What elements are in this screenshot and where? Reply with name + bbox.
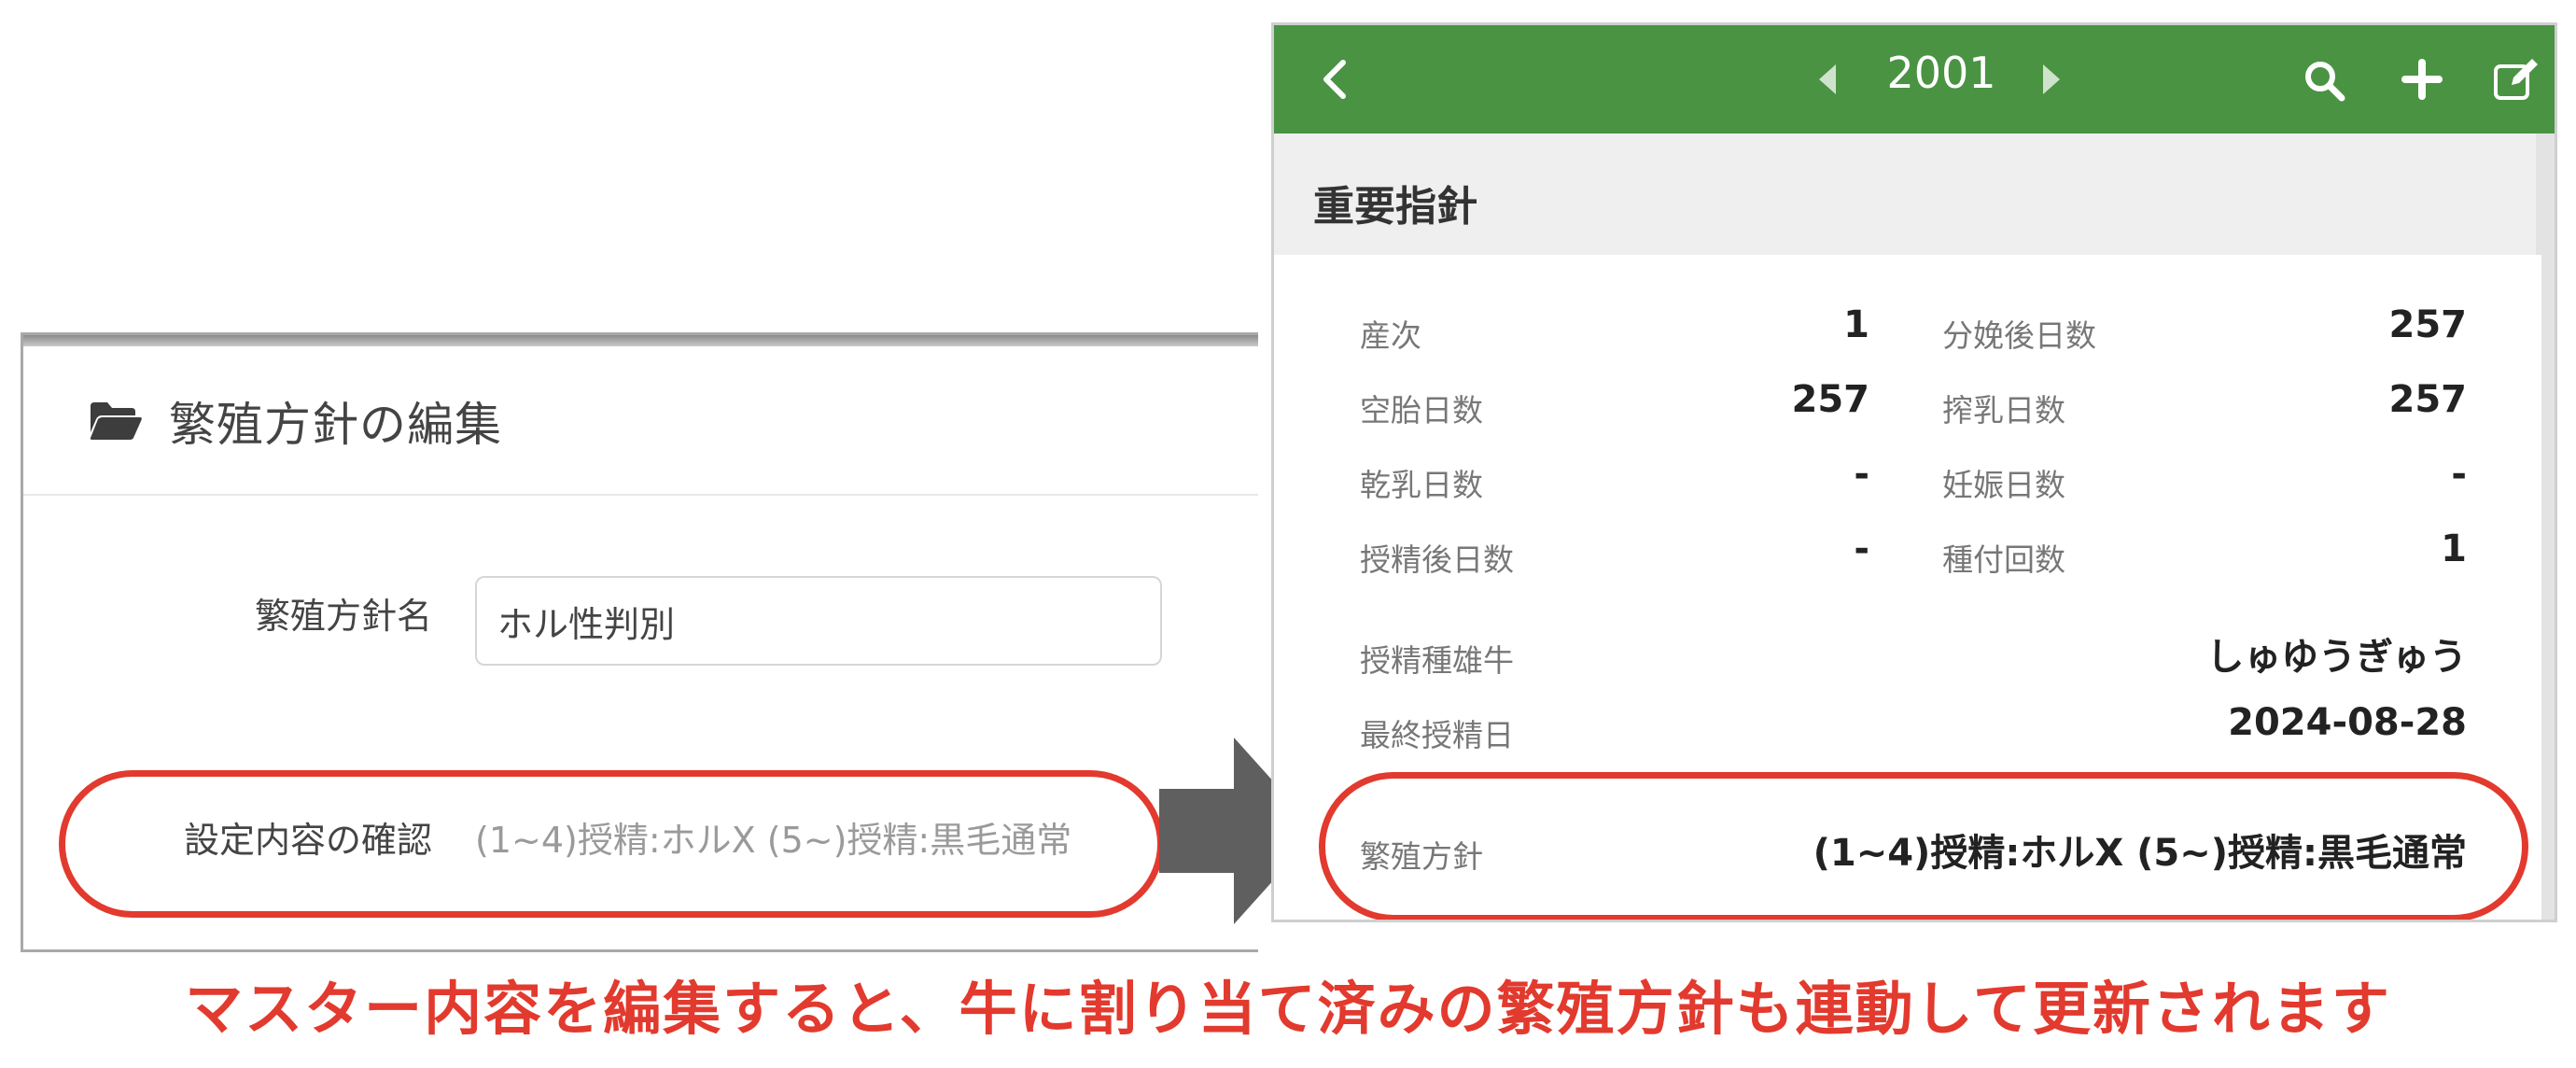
stat-value: 257 [2388, 303, 2468, 346]
stat-value: 257 [1791, 378, 1870, 421]
stats-row: 乾乳日数 - 妊娠日数 - [1274, 449, 2541, 505]
stats-row: 空胎日数 257 搾乳日数 257 [1274, 374, 2541, 430]
search-icon[interactable] [2303, 59, 2345, 102]
mobile-screen: 2001 重要指針 産次 1 分娩後日数 257 空胎日数 257 搾乳日数 2… [1271, 22, 2557, 922]
last-insemination-label: 最終授精日 [1360, 717, 1514, 753]
stat-value: 1 [1843, 303, 1869, 346]
folder-open-icon [90, 402, 142, 440]
top-navbar: 2001 [1274, 25, 2555, 134]
stat-label: 空胎日数 [1360, 392, 1483, 429]
stats-row: 産次 1 分娩後日数 257 [1274, 300, 2541, 356]
last-insemination-value: 2024-08-28 [2228, 701, 2467, 744]
stat-value: 1 [2441, 527, 2467, 570]
bull-label: 授精種雄牛 [1360, 642, 1514, 679]
stat-label: 種付回数 [1942, 541, 2065, 578]
cow-number-title: 2001 [1886, 48, 1996, 98]
stat-label: 搾乳日数 [1942, 392, 2065, 429]
last-insemination-row: 最終授精日 2024-08-28 [1274, 697, 2541, 753]
stats-row: 授精後日数 - 種付回数 1 [1274, 524, 2541, 580]
back-icon[interactable] [1313, 57, 1358, 102]
stat-label: 乾乳日数 [1360, 467, 1483, 503]
section-title: 重要指針 [1313, 183, 1477, 231]
stat-value: - [1854, 527, 1869, 570]
bull-row: 授精種雄牛 しゅゆうぎゅう [1274, 623, 2541, 679]
next-icon[interactable] [2041, 63, 2064, 96]
policy-name-input[interactable] [475, 576, 1162, 666]
stat-label: 授精後日数 [1360, 541, 1514, 578]
stat-value: - [1854, 453, 1869, 496]
bull-value: しゅゆうぎゅう [2206, 636, 2467, 679]
stat-label: 分娩後日数 [1942, 317, 2096, 354]
stat-label: 産次 [1360, 317, 1421, 354]
highlight-ring-left [59, 770, 1164, 918]
stat-value: - [2451, 453, 2467, 496]
stat-label: 妊娠日数 [1942, 467, 2065, 503]
edit-modal: 繁殖方針の編集 繁殖方針名 設定内容の確認 (1~4)授精:ホルX (5~)授精… [21, 332, 1258, 952]
modal-divider [23, 494, 1258, 496]
stat-value: 257 [2388, 378, 2468, 421]
edit-icon[interactable] [2493, 57, 2540, 102]
plus-icon[interactable] [2401, 59, 2443, 100]
caption-text: マスター内容を編集すると、牛に割り当て済みの繁殖方針も連動して更新されます [185, 975, 2391, 1043]
modal-header: 繁殖方針の編集 [89, 384, 502, 458]
modal-title: 繁殖方針の編集 [169, 398, 502, 452]
highlight-ring-right [1319, 772, 2528, 920]
policy-name-label: 繁殖方針名 [254, 596, 432, 637]
stats-card: 産次 1 分娩後日数 257 空胎日数 257 搾乳日数 257 乾乳日数 - … [1274, 255, 2541, 920]
prev-icon[interactable] [1815, 63, 1838, 96]
section-header: 重要指針 [1274, 134, 2555, 255]
